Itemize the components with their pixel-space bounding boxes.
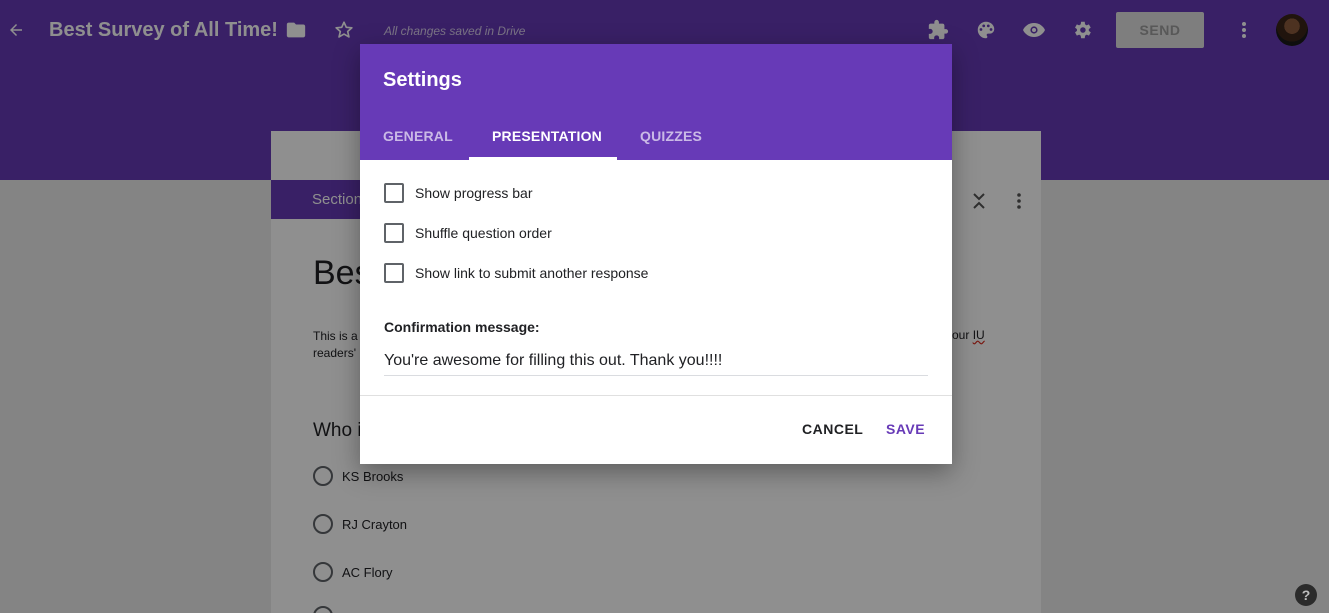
checkbox-icon[interactable] — [384, 223, 404, 243]
confirmation-message-field[interactable]: You're awesome for filling this out. Tha… — [384, 352, 928, 376]
confirmation-message-label: Confirmation message: — [384, 319, 540, 335]
dialog-header: Settings GENERAL PRESENTATION QUIZZES — [360, 44, 952, 160]
tab-general[interactable]: GENERAL — [383, 128, 453, 144]
tab-quizzes[interactable]: QUIZZES — [640, 128, 702, 144]
checkbox-show-progress-bar[interactable]: Show progress bar — [384, 183, 533, 203]
checkbox-icon[interactable] — [384, 183, 404, 203]
checkbox-label: Shuffle question order — [415, 225, 552, 241]
save-button[interactable]: SAVE — [886, 421, 925, 437]
help-button[interactable]: ? — [1295, 584, 1317, 606]
tab-presentation[interactable]: PRESENTATION — [492, 128, 602, 144]
checkbox-show-submit-another-link[interactable]: Show link to submit another response — [384, 263, 648, 283]
dialog-title: Settings — [383, 69, 462, 91]
dialog-divider — [360, 395, 952, 396]
checkbox-label: Show link to submit another response — [415, 265, 649, 281]
cancel-button[interactable]: CANCEL — [802, 421, 863, 437]
checkbox-shuffle-question-order[interactable]: Shuffle question order — [384, 223, 552, 243]
checkbox-label: Show progress bar — [415, 185, 533, 201]
settings-dialog: Settings GENERAL PRESENTATION QUIZZES Sh… — [360, 44, 952, 464]
active-tab-indicator — [469, 157, 617, 160]
checkbox-icon[interactable] — [384, 263, 404, 283]
